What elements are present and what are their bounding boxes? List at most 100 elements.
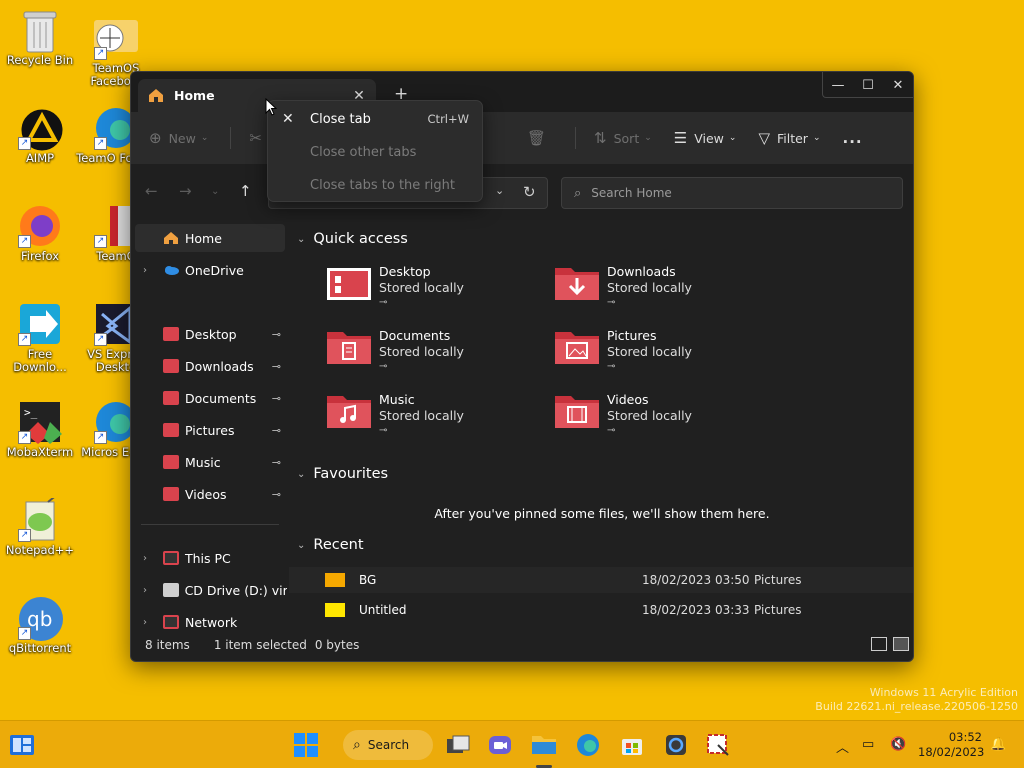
edge-taskbar-icon[interactable] <box>574 731 602 759</box>
shortcut-arrow-icon: ↗ <box>18 627 31 640</box>
more-options-button[interactable]: ... <box>843 129 863 147</box>
desktop-icon-firefox[interactable]: ↗ Firefox <box>0 204 80 263</box>
expand-chevron-icon[interactable]: › <box>143 265 157 276</box>
chevron-down-icon: ⌄ <box>644 133 652 143</box>
sidebar-item-onedrive[interactable]: › OneDrive <box>131 256 287 284</box>
image-file-icon <box>325 603 345 617</box>
desktop-icon-qbittorrent[interactable]: qb ↗ qBittorrent <box>0 596 80 655</box>
desktop-icon-label: qBittorrent <box>8 641 72 655</box>
shortcut-arrow-icon: ↗ <box>18 333 31 346</box>
expand-chevron-icon[interactable]: › <box>143 617 157 628</box>
svg-text:>_: >_ <box>24 406 38 419</box>
desktop-icon-notepad-plus-plus[interactable]: ↗ Notepad++ <box>0 493 80 557</box>
menu-item-close-tabs-right[interactable]: Close tabs to the right <box>268 171 482 199</box>
shortcut-arrow-icon: ↗ <box>18 529 31 542</box>
expand-chevron-icon[interactable]: › <box>143 553 157 564</box>
widgets-icon[interactable] <box>8 731 36 759</box>
file-location: Pictures <box>754 573 802 587</box>
computer-icon <box>163 551 179 565</box>
sidebar-item-desktop[interactable]: Desktop ⊸ <box>131 320 287 348</box>
store-taskbar-icon[interactable] <box>618 731 646 759</box>
close-window-button[interactable]: ✕ <box>883 72 913 98</box>
task-view-icon[interactable] <box>444 731 472 759</box>
expand-chevron-icon[interactable]: › <box>143 585 157 596</box>
quick-access-videos[interactable]: Videos Stored locally ⊸ <box>555 392 755 448</box>
filter-button[interactable]: ▽ Filter ⌄ <box>758 129 820 147</box>
favourites-header[interactable]: ⌄ Favourites <box>297 466 388 482</box>
notification-bell-icon[interactable]: 🔔 <box>990 737 1006 752</box>
notepad-plus-plus-icon: ↗ <box>18 493 62 542</box>
search-icon: ⌕ <box>574 185 582 201</box>
search-input[interactable]: ⌕ Search Home <box>561 177 903 209</box>
start-button[interactable] <box>292 731 320 759</box>
shortcut-arrow-icon: ↗ <box>94 47 107 60</box>
recent-header[interactable]: ⌄ Recent <box>297 537 364 553</box>
details-view-icon[interactable] <box>871 637 887 651</box>
view-button[interactable]: ☰ View ⌄ <box>674 129 737 147</box>
desktop-icon-label: Firefox <box>20 249 60 263</box>
item-count: 8 items <box>145 638 190 652</box>
show-hidden-icons-chevron[interactable]: ︿ <box>836 737 849 756</box>
sort-button[interactable]: ⇅ Sort ⌄ <box>594 129 652 147</box>
forward-arrow-icon[interactable]: → <box>179 182 192 200</box>
pin-icon: ⊸ <box>271 391 281 405</box>
desktop-icon-aimp[interactable]: ↗ AIMP <box>0 106 80 165</box>
shortcut-arrow-icon: ↗ <box>18 235 31 248</box>
sidebar-item-cd-drive[interactable]: › CD Drive (D:) virtio- <box>131 576 287 604</box>
snipping-tool-icon[interactable] <box>704 731 732 759</box>
quick-access-music[interactable]: Music Stored locally ⊸ <box>327 392 527 448</box>
system-clock[interactable]: 03:52 18/02/2023 <box>918 730 984 760</box>
quick-access-desktop[interactable]: Desktop Stored locally ⊸ <box>327 264 527 320</box>
desktop-icon-mobaxterm[interactable]: >_ ↗ MobaXterm <box>0 400 80 459</box>
sidebar-item-pictures[interactable]: Pictures ⊸ <box>131 416 287 444</box>
quick-access-downloads[interactable]: Downloads Stored locally ⊸ <box>555 264 755 320</box>
quick-access-documents[interactable]: Documents Stored locally ⊸ <box>327 328 527 384</box>
tiles-view-icon[interactable] <box>893 637 909 651</box>
navigation-pane: Home › OneDrive Desktop ⊸ Downloads ⊸ Do… <box>131 220 289 630</box>
title-bar[interactable]: Home ✕ + — ☐ ✕ <box>131 72 913 112</box>
sidebar-item-home[interactable]: Home <box>135 224 285 252</box>
desktop-icon-free-download[interactable]: ↗ Free Downlo... <box>0 302 80 374</box>
menu-item-close-tab[interactable]: ✕ Close tab Ctrl+W <box>268 105 482 133</box>
maximize-button[interactable]: ☐ <box>853 72 883 98</box>
sidebar-item-videos[interactable]: Videos ⊸ <box>131 480 287 508</box>
recent-file-row[interactable]: Untitled 18/02/2023 03:33 Pictures <box>289 597 913 623</box>
refresh-icon[interactable]: ↻ <box>523 183 536 201</box>
folder-status: Stored locally <box>607 344 692 359</box>
folder-name: Videos <box>607 392 649 407</box>
recent-locations-chevron-icon[interactable]: ⌄ <box>211 186 219 197</box>
sidebar-item-downloads[interactable]: Downloads ⊸ <box>131 352 287 380</box>
volume-muted-icon[interactable]: 🔇 <box>890 737 906 752</box>
network-status-icon[interactable]: ▭ <box>862 737 874 752</box>
up-arrow-icon[interactable]: ↑ <box>239 182 252 200</box>
menu-item-close-other-tabs[interactable]: Close other tabs <box>268 138 482 166</box>
new-button[interactable]: ⊕ New ⌄ <box>149 129 208 147</box>
section-title: Recent <box>313 537 364 553</box>
home-icon <box>164 232 178 244</box>
address-dropdown-icon[interactable]: ⌄ <box>495 184 504 197</box>
teams-chat-icon[interactable] <box>486 731 514 759</box>
recent-file-row[interactable]: BG 18/02/2023 03:50 Pictures <box>289 567 913 593</box>
sidebar-item-label: Pictures <box>185 422 235 438</box>
back-arrow-icon[interactable]: ← <box>145 182 158 200</box>
sidebar-item-label: Music <box>185 454 221 470</box>
file-explorer-taskbar-icon[interactable] <box>530 731 558 759</box>
taskbar-search-button[interactable]: ⌕ Search <box>343 730 433 760</box>
delete-button[interactable]: 🗑 <box>527 129 553 147</box>
shortcut-arrow-icon: ↗ <box>94 431 107 444</box>
desktop-icon-recycle-bin[interactable]: Recycle Bin <box>0 8 80 67</box>
pin-icon: ⊸ <box>271 423 281 437</box>
menu-item-label: Close tab <box>310 111 371 127</box>
quick-access-pictures[interactable]: Pictures Stored locally ⊸ <box>555 328 755 384</box>
quick-access-header[interactable]: ⌄ Quick access <box>297 231 408 247</box>
sidebar-item-this-pc[interactable]: › This PC <box>131 544 287 572</box>
file-date: 18/02/2023 03:50 <box>642 573 750 587</box>
more-icon: ... <box>842 129 863 147</box>
settings-taskbar-icon[interactable] <box>662 731 690 759</box>
sidebar-item-documents[interactable]: Documents ⊸ <box>131 384 287 412</box>
selection-count: 1 item selected <box>213 638 307 652</box>
taskbar-search-label: Search <box>367 738 410 752</box>
pin-icon: ⊸ <box>607 297 616 308</box>
minimize-button[interactable]: — <box>823 72 853 98</box>
sidebar-item-music[interactable]: Music ⊸ <box>131 448 287 476</box>
